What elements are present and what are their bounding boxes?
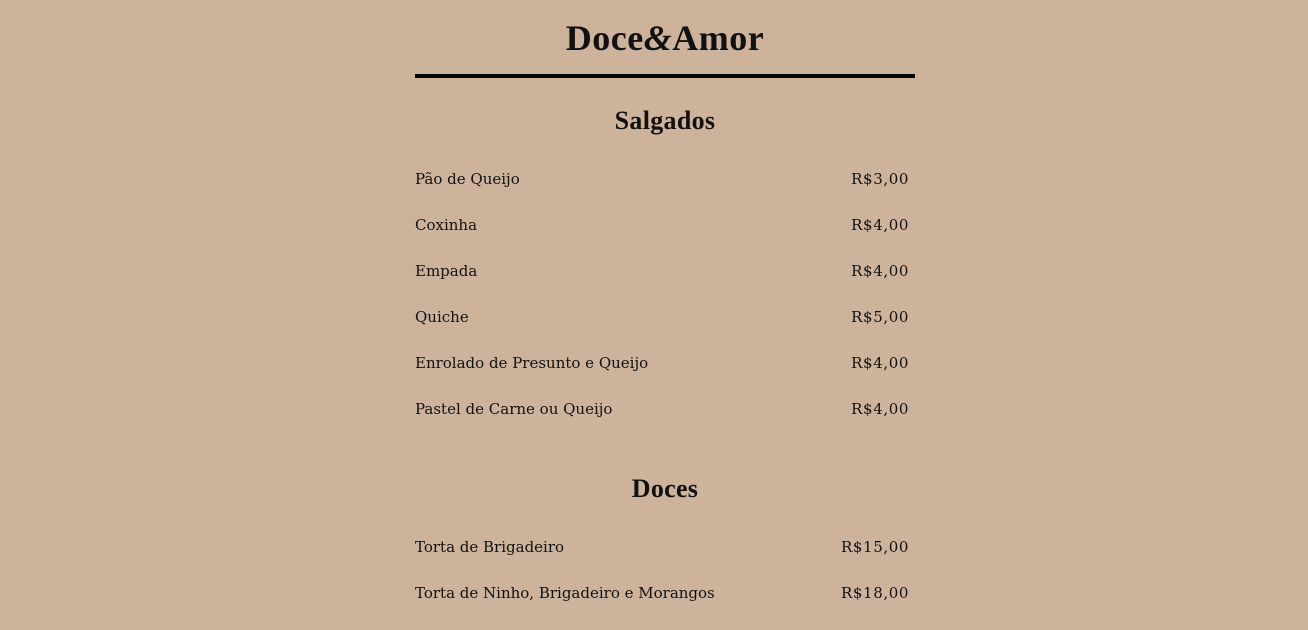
item-name: Quiche	[415, 308, 469, 326]
item-list: Torta de Brigadeiro R$15,00 Torta de Nin…	[415, 538, 915, 630]
item-price: R$3,00	[851, 170, 909, 188]
item-price: R$4,00	[851, 216, 909, 234]
section-salgados: Salgados Pão de Queijo R$3,00 Coxinha R$…	[415, 104, 915, 446]
brand-part-1: Doce	[565, 18, 644, 58]
item-price: R$15,00	[841, 538, 909, 556]
menu-container: Doce&Amor Salgados Pão de Queijo R$3,00 …	[415, 0, 915, 630]
item-name: Torta de Brigadeiro	[415, 538, 565, 556]
item-name: Coxinha	[415, 216, 478, 234]
item-name: Enrolado de Presunto e Queijo	[415, 354, 649, 372]
item-name: Pão de Queijo	[415, 170, 520, 188]
brand-ampersand: &	[643, 18, 673, 58]
menu-item: Enrolado de Presunto e Queijo R$4,00	[415, 354, 915, 400]
section-title: Doces	[631, 474, 699, 503]
item-price: R$4,00	[851, 400, 909, 418]
item-price: R$4,00	[851, 262, 909, 280]
brand-title: Doce&Amor	[415, 0, 915, 58]
title-divider	[415, 74, 915, 78]
menu-item: Empada R$4,00	[415, 262, 915, 308]
section-title: Salgados	[614, 106, 716, 135]
menu-item: Torta de Brigadeiro R$15,00	[415, 538, 915, 584]
menu-item: Torta de Ninho, Brigadeiro e Morangos R$…	[415, 584, 915, 630]
brand-part-2: Amor	[672, 18, 765, 58]
menu-item: Coxinha R$4,00	[415, 216, 915, 262]
item-list: Pão de Queijo R$3,00 Coxinha R$4,00 Empa…	[415, 170, 915, 446]
menu-item: Pão de Queijo R$3,00	[415, 170, 915, 216]
item-name: Pastel de Carne ou Queijo	[415, 400, 613, 418]
item-name: Empada	[415, 262, 478, 280]
section-doces: Doces Torta de Brigadeiro R$15,00 Torta …	[415, 472, 915, 630]
menu-item: Pastel de Carne ou Queijo R$4,00	[415, 400, 915, 446]
item-price: R$18,00	[841, 584, 909, 602]
item-price: R$5,00	[851, 308, 909, 326]
item-name: Torta de Ninho, Brigadeiro e Morangos	[415, 584, 715, 602]
item-price: R$4,00	[851, 354, 909, 372]
menu-item: Quiche R$5,00	[415, 308, 915, 354]
